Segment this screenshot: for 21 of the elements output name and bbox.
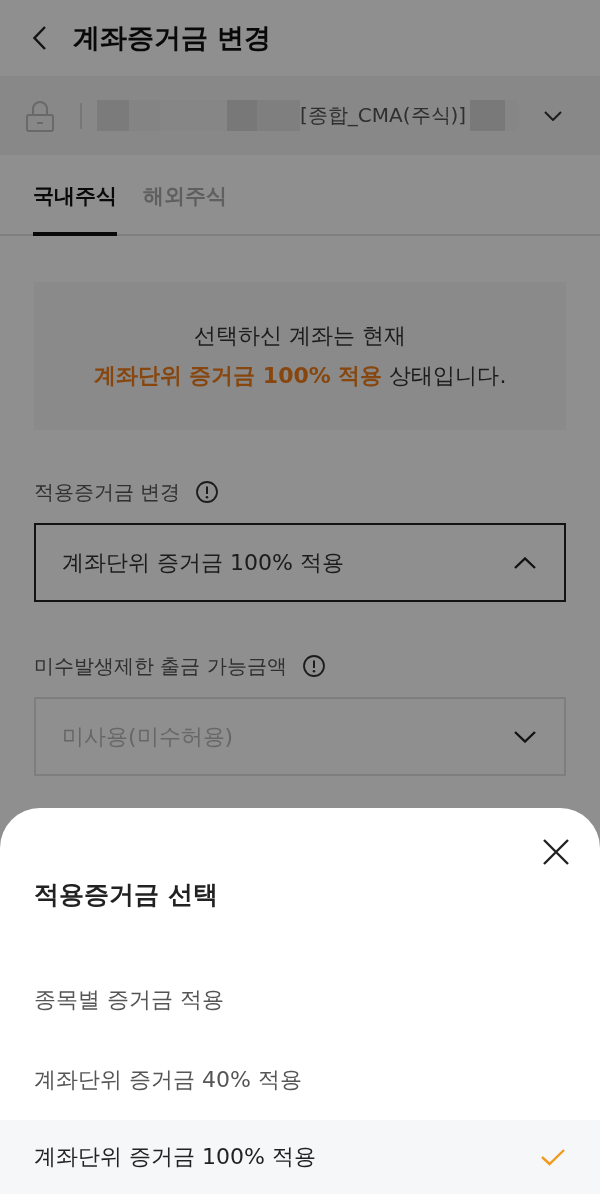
option-item[interactable]: 종목별 증거금 적용 (0, 960, 600, 1040)
field-label: 미수발생제한 출금 가능금액 (34, 654, 287, 678)
sheet-title: 적용증거금 선택 (34, 879, 219, 911)
check-icon (540, 1148, 566, 1166)
field-label: 적용증거금 변경 (34, 480, 181, 504)
close-icon[interactable] (542, 838, 570, 866)
chevron-down-icon (514, 730, 536, 743)
chevron-up-icon (514, 556, 536, 569)
lock-icon (26, 99, 54, 132)
status-message: 선택하신 계좌는 현재 계좌단위 증거금 100% 적용 상태입니다. (93, 322, 507, 390)
dropdown[interactable]: 계좌단위 증거금 100% 적용 (34, 523, 566, 602)
account-selector[interactable]: [종합_CMA(주식)] (0, 76, 600, 155)
tab[interactable]: 국내주식 (33, 155, 117, 236)
info-icon[interactable] (302, 655, 325, 677)
chevron-down-icon[interactable] (544, 110, 562, 121)
info-icon[interactable] (196, 481, 219, 503)
account-name: [종합_CMA(주식)] (300, 102, 467, 129)
back-icon[interactable] (33, 26, 46, 50)
page-title: 계좌증거금 변경 (73, 21, 272, 55)
option-item[interactable]: 계좌단위 증거금 100% 적용 (0, 1120, 600, 1194)
option-item[interactable]: 계좌단위 증거금 40% 적용 (0, 1040, 600, 1120)
